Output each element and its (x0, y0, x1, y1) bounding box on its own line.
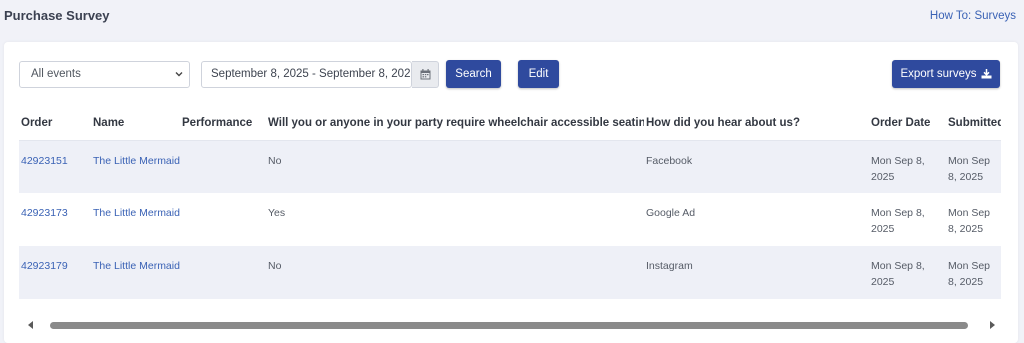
col-header-order-date[interactable]: Order Date (869, 106, 946, 141)
performance-cell (180, 193, 266, 246)
scrollbar-thumb[interactable] (50, 322, 968, 329)
table-row: 42923179 The Little Mermaid No Instagram… (19, 246, 1001, 299)
export-surveys-button[interactable]: Export surveys (892, 60, 1000, 88)
order-date-cell: Mon Sep 8, 2025 (869, 246, 946, 299)
name-cell: The Little Mermaid (91, 246, 180, 299)
triangle-left-icon[interactable] (26, 320, 36, 330)
order-date-cell: Mon Sep 8, 2025 (869, 140, 946, 193)
name-cell: The Little Mermaid (91, 193, 180, 246)
order-cell: 42923151 (19, 140, 91, 193)
date-range-input[interactable]: September 8, 2025 - September 8, 2025 (201, 61, 412, 88)
order-cell: 42923173 (19, 193, 91, 246)
performance-cell (180, 246, 266, 299)
order-cell: 42923179 (19, 246, 91, 299)
triangle-right-icon[interactable] (987, 320, 997, 330)
table-row: 42923173 The Little Mermaid Yes Google A… (19, 193, 1001, 246)
edit-button[interactable]: Edit (518, 60, 559, 88)
howto-surveys-link[interactable]: How To: Surveys (930, 10, 1016, 22)
survey-table: Order Name Performance Will you or anyon… (19, 106, 1001, 299)
table-row: 42923151 The Little Mermaid No Facebook … (19, 140, 1001, 193)
chevron-down-icon (175, 72, 183, 77)
submitted-cell: Mon Sep 8, 2025 (948, 207, 991, 235)
submitted-cell: Mon Sep 8, 2025 (946, 140, 1001, 193)
search-button[interactable]: Search (446, 60, 501, 88)
heard-cell: Instagram (644, 246, 869, 299)
performance-cell (180, 140, 266, 193)
horizontal-scrollbar[interactable] (22, 318, 997, 332)
toolbar: All events September 8, 2025 - September… (4, 42, 1018, 102)
col-header-heard[interactable]: How did you hear about us? (644, 106, 869, 141)
date-range-value: September 8, 2025 - September 8, 2025 (211, 68, 411, 80)
survey-card: All events September 8, 2025 - September… (4, 42, 1018, 343)
col-header-name[interactable]: Name (91, 106, 180, 141)
order-link[interactable]: 42923179 (21, 260, 68, 272)
calendar-icon (420, 69, 431, 80)
table-header-row: Order Name Performance Will you or anyon… (19, 106, 1001, 141)
heard-cell: Facebook (644, 140, 869, 193)
download-tray-icon (981, 69, 992, 79)
page-title: Purchase Survey (4, 8, 110, 23)
wheelchair-cell: No (266, 246, 644, 299)
heard-cell: Google Ad (646, 207, 696, 219)
order-date-cell: Mon Sep 8, 2025 (871, 207, 925, 235)
order-link[interactable]: 42923173 (21, 207, 68, 219)
event-select[interactable]: All events (19, 61, 190, 88)
wheelchair-cell: Yes (268, 207, 286, 219)
submitted-cell: Mon Sep 8, 2025 (946, 246, 1001, 299)
event-name-link[interactable]: The Little Mermaid (93, 207, 180, 219)
name-cell: The Little Mermaid (91, 140, 180, 193)
calendar-button[interactable] (412, 61, 439, 88)
col-header-order[interactable]: Order (19, 106, 91, 141)
order-link[interactable]: 42923151 (21, 155, 68, 167)
event-name-link[interactable]: The Little Mermaid (93, 155, 180, 167)
col-header-wheelchair[interactable]: Will you or anyone in your party require… (266, 106, 644, 141)
wheelchair-cell: No (266, 140, 644, 193)
col-header-performance[interactable]: Performance (180, 106, 266, 141)
event-select-value: All events (31, 68, 81, 80)
export-surveys-label: Export surveys (900, 68, 977, 80)
col-header-submitted[interactable]: Submitted (946, 106, 1001, 141)
page-header: Purchase Survey How To: Surveys (0, 0, 1024, 40)
event-name-link[interactable]: The Little Mermaid (93, 260, 180, 272)
